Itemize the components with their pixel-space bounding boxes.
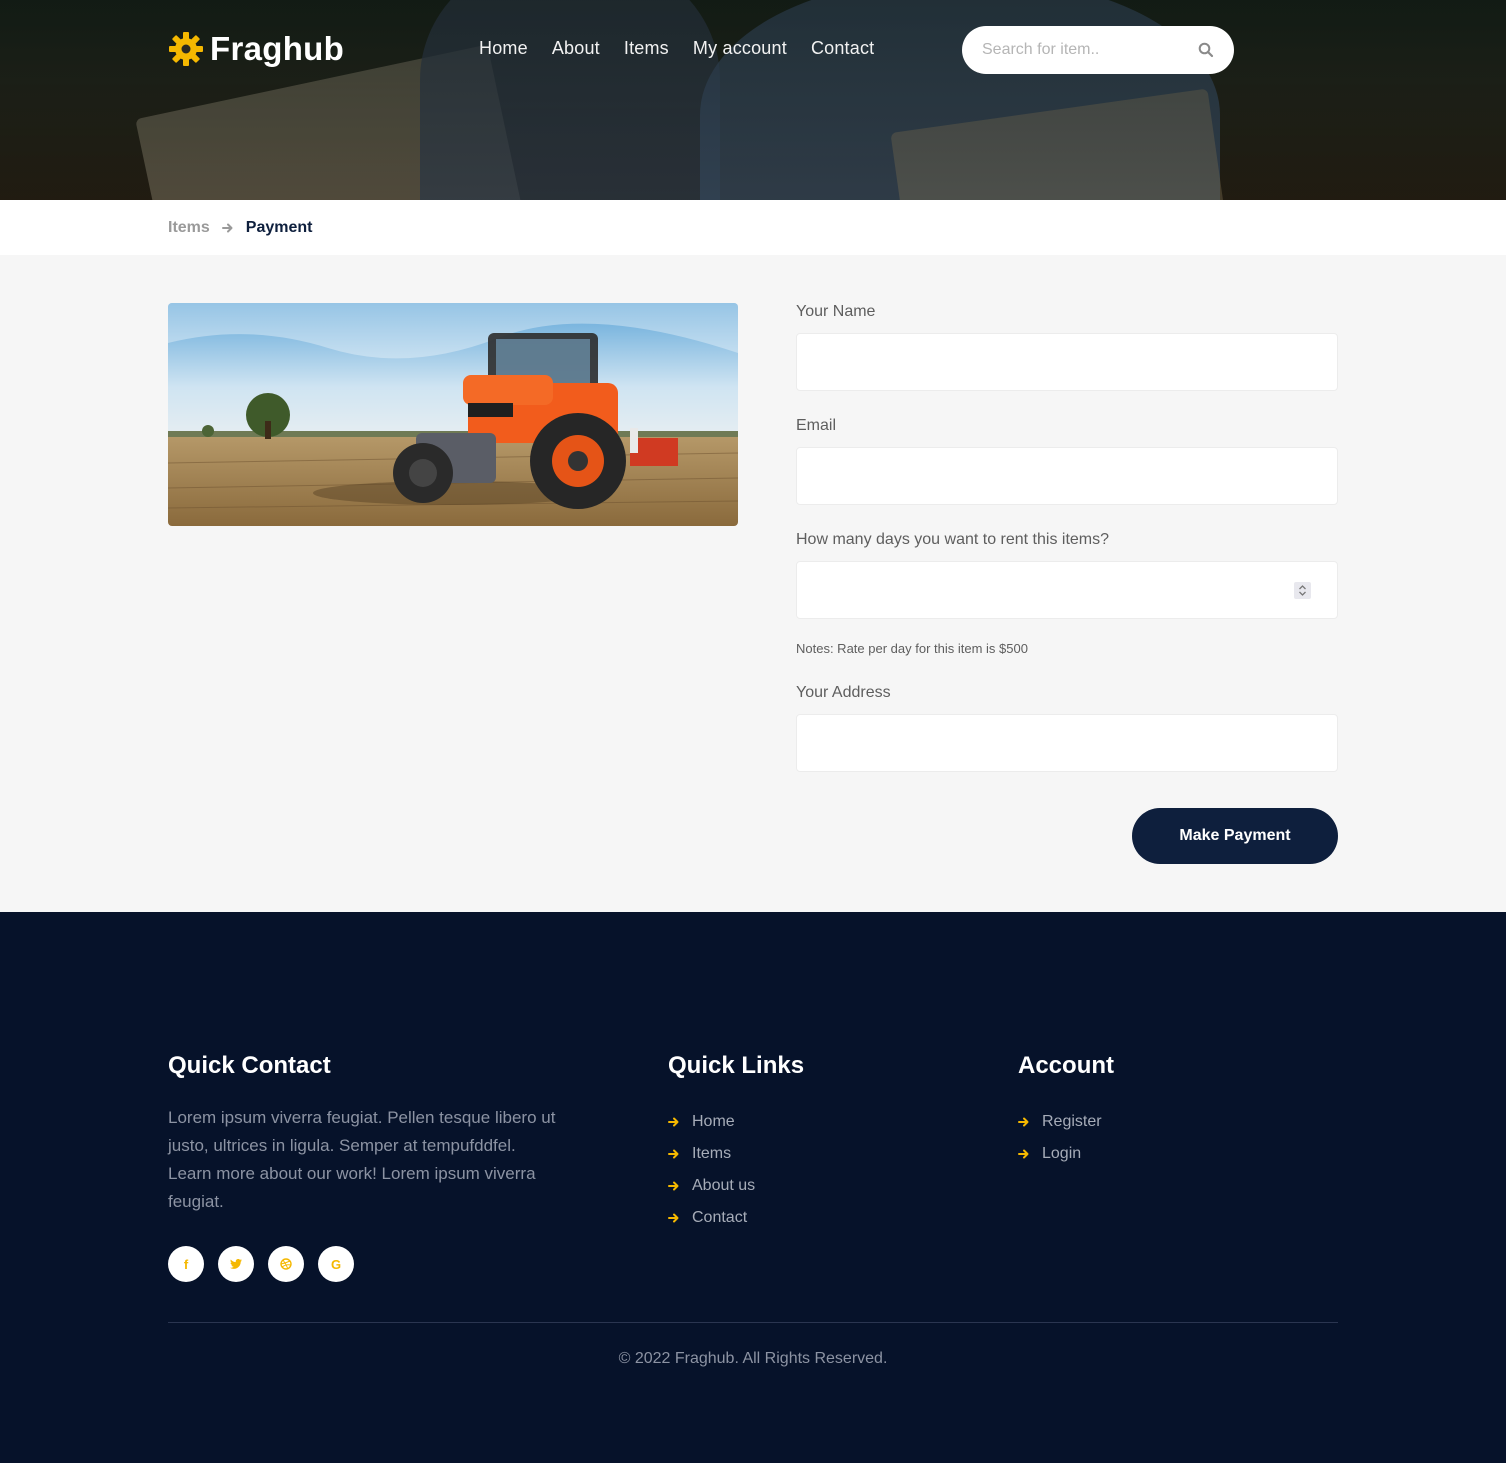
name-input[interactable] [797,334,1337,390]
name-field [796,333,1338,391]
facebook-icon[interactable]: f [168,1246,204,1282]
gear-icon [169,32,203,66]
dribbble-ball-icon [280,1258,292,1270]
name-label: Your Name [796,303,876,320]
address-label: Your Address [796,684,891,701]
email-input[interactable] [797,448,1337,504]
arrow-right-icon [668,1117,679,1127]
arrow-right-icon [668,1149,679,1159]
footer-link-register[interactable]: Register [1018,1106,1318,1138]
footer-link-contact[interactable]: Contact [668,1202,968,1234]
search-box [962,26,1234,74]
arrow-right-icon [1018,1117,1029,1127]
footer-link-about-us[interactable]: About us [668,1170,968,1202]
address-input[interactable] [797,715,1337,771]
footer-link-label: Register [1042,1113,1102,1130]
main-nav: Home About Items My account Contact [479,38,874,59]
footer-link-label: Login [1042,1145,1082,1162]
rate-note: Notes: Rate per day for this item is $50… [796,641,1028,656]
footer-contact-title: Quick Contact [168,1052,331,1079]
footer-link-label: Contact [692,1209,748,1226]
nav-home[interactable]: Home [479,38,528,59]
footer-link-home[interactable]: Home [668,1106,968,1138]
footer-quick-links: Quick Links Home Items About us Contact [668,1052,968,1234]
days-field [796,561,1338,619]
chevron-up-down-icon [1299,585,1306,596]
address-field [796,714,1338,772]
tractor-image [168,303,738,526]
footer-quick-contact: Quick Contact Lorem ipsum viverra feugia… [168,1052,568,1282]
social-links: f G [168,1246,568,1282]
arrow-right-icon [1018,1149,1029,1159]
hero-header: Fraghub Home About Items My account Cont… [0,0,1506,200]
arrow-right-icon [221,223,233,232]
breadcrumb: Items Payment [0,200,1506,255]
breadcrumb-items[interactable]: Items [168,219,210,237]
logo-text: Fraghub [210,30,345,67]
quick-links-list: Home Items About us Contact [668,1106,968,1234]
footer-link-label: About us [692,1177,756,1194]
arrow-right-icon [668,1213,679,1223]
arrow-right-icon [668,1181,679,1191]
footer-link-items[interactable]: Items [668,1138,968,1170]
breadcrumb-current: Payment [245,218,313,236]
days-label: How many days you want to rent this item… [796,531,1110,548]
payment-form: Your Name Email How many days you want t… [796,303,1338,772]
site-footer: Quick Contact Lorem ipsum viverra feugia… [0,912,1506,1463]
make-payment-button[interactable]: Make Payment [1132,808,1338,864]
footer-links-title: Quick Links [668,1052,805,1079]
copyright-text: © 2022 Fraghub. All Rights Reserved. [618,1350,888,1367]
email-field [796,447,1338,505]
footer-account: Account Register Login [1018,1052,1318,1170]
footer-link-label: Home [692,1113,735,1130]
nav-contact[interactable]: Contact [811,38,874,59]
days-input[interactable] [797,562,1337,618]
nav-my-account[interactable]: My account [693,38,787,59]
footer-link-label: Items [692,1145,732,1162]
twitter-icon[interactable] [218,1246,254,1282]
email-label: Email [796,417,837,434]
search-icon[interactable] [1198,42,1214,58]
footer-contact-text: Lorem ipsum viverra feugiat. Pellen tesq… [168,1108,556,1211]
search-input[interactable] [982,41,1198,59]
dribbble-icon[interactable] [268,1246,304,1282]
product-image [168,303,738,526]
account-links-list: Register Login [1018,1106,1318,1170]
footer-account-title: Account [1018,1052,1114,1079]
google-icon[interactable]: G [318,1246,354,1282]
site-logo[interactable]: Fraghub [168,30,344,68]
footer-divider [168,1322,1338,1323]
number-stepper[interactable] [1294,582,1311,599]
nav-about[interactable]: About [552,38,600,59]
twitter-bird-icon [230,1259,242,1269]
nav-items[interactable]: Items [624,38,669,59]
footer-link-login[interactable]: Login [1018,1138,1318,1170]
